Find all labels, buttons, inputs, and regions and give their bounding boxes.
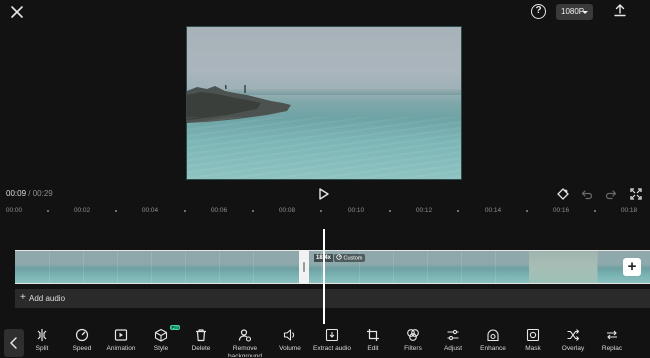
tool-label: Replac — [601, 345, 623, 352]
clip-frame-sand — [529, 251, 597, 283]
clip-frame — [117, 251, 118, 283]
ruler-label: 00:12 — [415, 207, 433, 214]
overlay-icon — [567, 329, 580, 341]
replace-icon — [607, 330, 617, 340]
time-ruler[interactable]: 00:00 00:02 00:04 00:06 00:08 00:10 00:1… — [0, 206, 650, 218]
ruler-dot — [47, 210, 49, 212]
ruler-label: 00:16 — [552, 207, 570, 214]
clip-frame — [597, 251, 598, 283]
adjust-icon — [447, 329, 459, 341]
resolution-label: 1080P — [561, 7, 585, 16]
add-audio-plus-icon: + — [20, 292, 26, 303]
ruler-dot — [320, 210, 322, 212]
clip-frame — [151, 251, 152, 283]
delete-icon — [196, 329, 206, 342]
extract-audio-icon — [325, 328, 339, 342]
speed-gauge-icon — [336, 254, 342, 260]
bottom-toolbar: Split Speed Animation Pro Style Delete R… — [0, 324, 650, 358]
preview-water — [187, 117, 461, 179]
help-icon[interactable]: ? — [531, 4, 546, 19]
clip-frame — [219, 251, 220, 283]
clip-frame — [185, 251, 186, 283]
clip-frame — [83, 251, 84, 283]
split-icon — [37, 329, 47, 341]
ruler-label: 00:14 — [484, 207, 502, 214]
speed-icon — [75, 328, 89, 342]
playhead[interactable] — [323, 229, 325, 324]
clip-frame — [461, 251, 462, 283]
ruler-label: 00:00 — [5, 207, 23, 214]
clip-frame — [49, 251, 50, 283]
add-audio-row[interactable]: + Add audio — [15, 289, 650, 308]
time-display: 00:09 / 00:29 — [6, 189, 53, 198]
ruler-label: 00:02 — [73, 207, 91, 214]
export-icon[interactable] — [613, 3, 627, 17]
tool-replace[interactable]: Replac — [586, 328, 638, 358]
filters-icon — [407, 329, 419, 341]
ruler-label: 00:10 — [347, 207, 365, 214]
custom-speed-badge: Custom — [334, 254, 366, 262]
remove-background-icon — [238, 329, 252, 342]
undo-icon[interactable] — [581, 187, 593, 200]
ruler-dot — [184, 210, 186, 212]
add-audio-label: Add audio — [29, 294, 66, 303]
player-controls: 00:09 / 00:29 — [0, 184, 650, 202]
clip-frame — [427, 251, 428, 283]
clip-trim-handle[interactable] — [299, 250, 309, 284]
ruler-label: 00:06 — [210, 207, 228, 214]
custom-badge-label: Custom — [343, 255, 363, 262]
close-icon[interactable] — [9, 4, 25, 20]
clip-frame — [253, 251, 254, 283]
ruler-dot — [252, 210, 254, 212]
total-time: 00:29 — [32, 189, 53, 198]
style-icon — [154, 328, 168, 342]
redo-icon[interactable] — [605, 187, 617, 200]
top-bar: ? 1080P — [0, 0, 650, 24]
ruler-dot — [389, 210, 391, 212]
ruler-dot — [526, 210, 528, 212]
crop-edit-icon — [367, 329, 379, 341]
time-separator: / — [26, 189, 33, 198]
clip-frame — [495, 251, 496, 283]
ruler-dot — [115, 210, 117, 212]
resolution-selector[interactable]: 1080P — [556, 4, 593, 20]
enhance-icon — [487, 329, 499, 342]
clip-frame — [393, 251, 394, 283]
fullscreen-icon[interactable] — [630, 187, 642, 200]
ruler-dot — [594, 210, 596, 212]
ruler-label: 00:04 — [141, 207, 159, 214]
add-clip-button[interactable]: + — [623, 258, 641, 276]
ruler-label: 00:18 — [620, 207, 638, 214]
video-preview[interactable] — [186, 26, 462, 180]
current-time: 00:09 — [6, 189, 27, 198]
animation-icon — [114, 329, 128, 341]
ruler-label: 00:08 — [278, 207, 296, 214]
ruler-dot — [457, 210, 459, 212]
caret-down-icon — [582, 11, 588, 14]
volume-icon — [283, 329, 295, 341]
keyframe-icon[interactable] — [557, 187, 569, 200]
play-icon[interactable] — [318, 187, 329, 200]
mask-icon — [526, 328, 540, 342]
